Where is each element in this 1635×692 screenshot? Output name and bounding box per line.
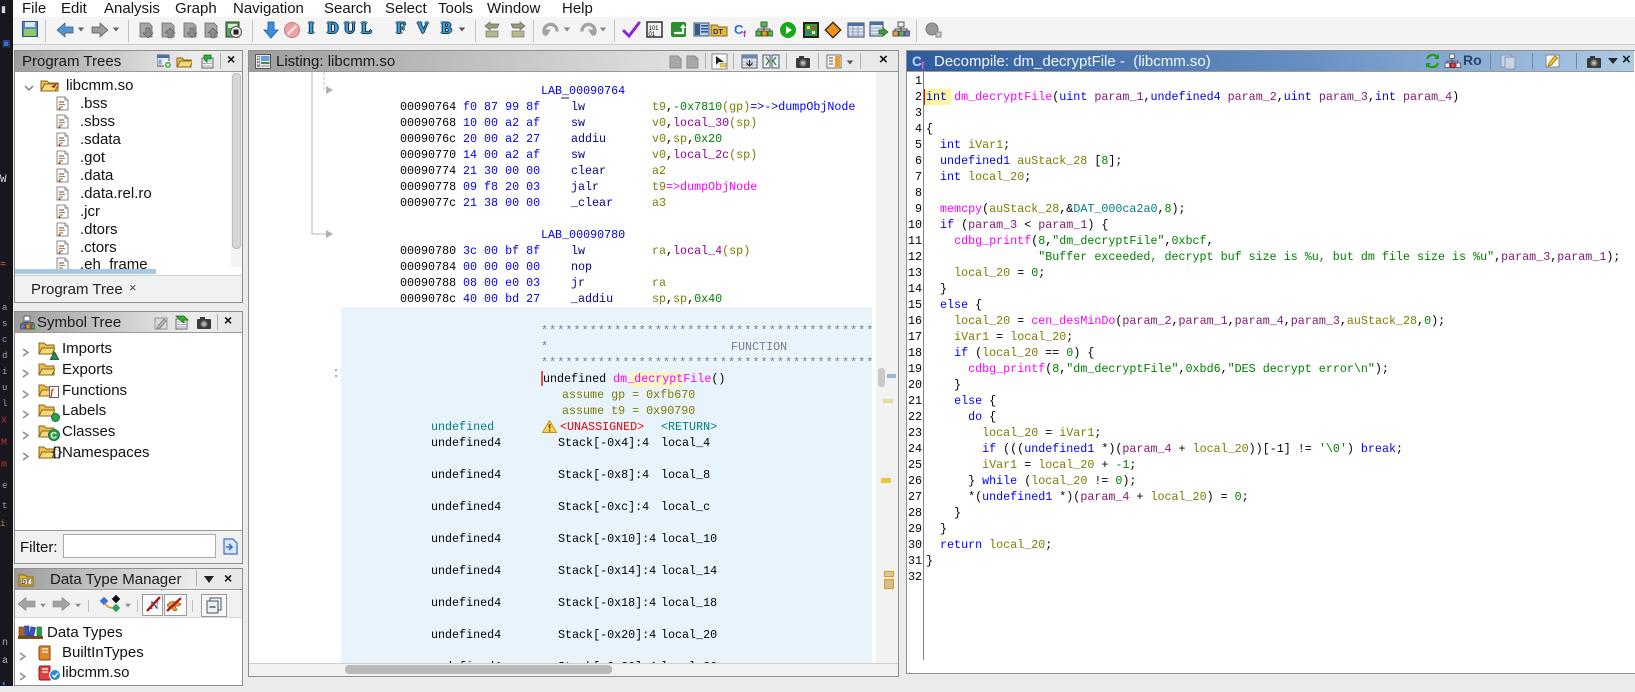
- svg-text:DT: DT: [21, 579, 30, 586]
- svg-text:f: f: [921, 61, 925, 70]
- svg-text:01: 01: [649, 32, 656, 38]
- svg-text:f: f: [743, 29, 747, 39]
- svg-text:DT: DT: [713, 27, 723, 36]
- svg-text:C: C: [51, 431, 58, 441]
